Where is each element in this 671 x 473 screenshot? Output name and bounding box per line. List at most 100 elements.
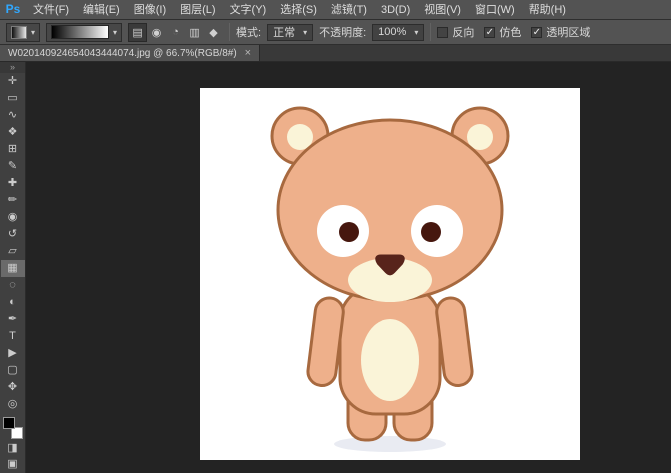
blend-mode-value: 正常 [273,24,295,40]
menu-item-edit[interactable]: 编辑(E) [76,4,127,16]
gradient-picker[interactable]: ▾ [46,23,122,42]
angle-gradient-button[interactable]: ◔ [166,23,185,42]
close-icon[interactable]: × [245,47,251,59]
history-brush-tool[interactable]: ↺ [1,226,25,243]
quick-mask-icon: ◨ [7,443,17,454]
menu-items: 文件(F)编辑(E)图像(I)图层(L)文字(Y)选择(S)滤镜(T)3D(D)… [26,0,573,20]
chevron-down-icon: ▾ [303,28,307,37]
foreground-color-swatch[interactable] [3,417,15,429]
opacity-input[interactable]: 100% ▾ [372,24,424,41]
bear-belly [361,319,419,401]
clone-stamp-tool[interactable]: ◉ [1,209,25,226]
bear-illustration [200,88,580,460]
opacity-value: 100% [378,26,406,38]
photoshop-logo[interactable]: Ps [0,0,26,19]
tools-panel: » ✛ ▭ ∿ ❖ ⊞ ✎ ✚ ✏ ◉ ↺ ▱ ▦ ◌ ◐ ✒ T ▶ ▢ ✥ ◎ ◨ ▣ [0,62,26,473]
workspace: » ✛ ▭ ∿ ❖ ⊞ ✎ ✚ ✏ ◉ ↺ ▱ ▦ ◌ ◐ ✒ T ▶ ▢ ✥ ◎ ◨ ▣ [0,62,671,473]
canvas-area[interactable] [26,62,671,473]
linear-gradient-button[interactable]: ▤ [128,23,147,42]
menu-item-window[interactable]: 窗口(W) [468,4,522,16]
document-canvas[interactable] [200,88,580,460]
blend-mode-select[interactable]: 正常 ▾ [267,24,313,41]
pen-tool-icon: ✒ [8,314,17,325]
menu-item-view[interactable]: 视图(V) [417,4,468,16]
bear-right-pupil [421,222,441,242]
clone-stamp-tool-icon: ◉ [8,212,18,223]
quick-selection-tool-icon: ❖ [8,127,18,138]
reverse-checkbox-box[interactable] [437,27,448,38]
transparency-checkbox[interactable]: ✓ 透明区域 [531,24,590,40]
document-tab[interactable]: W020140924654043444074.jpg @ 66.7%(RGB/8… [0,45,260,61]
horizontal-type-tool[interactable]: T [1,328,25,345]
tool-list: ✛ ▭ ∿ ❖ ⊞ ✎ ✚ ✏ ◉ ↺ ▱ ▦ ◌ ◐ ✒ T ▶ ▢ ✥ ◎ [1,73,25,413]
reverse-checkbox-label: 反向 [452,24,474,40]
transparency-checkbox-box[interactable]: ✓ [531,27,542,38]
menu-item-layer[interactable]: 图层(L) [173,4,222,16]
gradient-tool-icon: ▦ [7,263,17,274]
brush-tool-icon: ✏ [8,195,17,206]
menu-item-3d[interactable]: 3D(D) [374,4,417,16]
menu-item-file[interactable]: 文件(F) [26,4,76,16]
radial-gradient-button[interactable]: ◉ [147,23,166,42]
quick-selection-tool[interactable]: ❖ [1,124,25,141]
move-tool[interactable]: ✛ [1,73,25,90]
lasso-tool[interactable]: ∿ [1,107,25,124]
quick-mask-button[interactable]: ◨ [1,441,25,457]
screen-mode-icon: ▣ [7,459,17,470]
crop-tool[interactable]: ⊞ [1,141,25,158]
blend-mode-label: 模式: [236,24,261,40]
chevron-down-icon: ▾ [113,28,117,37]
eyedropper-tool[interactable]: ✎ [1,158,25,175]
menu-item-image[interactable]: 图像(I) [127,4,173,16]
gradient-tool-icon [11,26,27,39]
menu-item-select[interactable]: 选择(S) [273,4,324,16]
options-separator [430,23,431,41]
dodge-tool[interactable]: ◐ [1,294,25,311]
color-swatches [3,417,23,438]
hand-tool[interactable]: ✥ [1,379,25,396]
bear-ground-shadow [334,436,446,452]
dither-checkbox-box[interactable]: ✓ [484,27,495,38]
gradient-preview [51,25,109,39]
rectangular-marquee-tool[interactable]: ▭ [1,90,25,107]
rectangle-tool[interactable]: ▢ [1,362,25,379]
chevron-down-icon: ▾ [414,28,418,37]
zoom-tool[interactable]: ◎ [1,396,25,413]
lasso-tool-icon: ∿ [8,110,17,121]
blur-tool-icon: ◌ [9,280,16,291]
eraser-tool[interactable]: ▱ [1,243,25,260]
reverse-checkbox[interactable]: 反向 [437,24,474,40]
tool-preset-picker[interactable]: ▾ [6,23,40,42]
document-tab-title: W020140924654043444074.jpg @ 66.7%(RGB/8… [8,48,237,59]
eraser-tool-icon: ▱ [8,246,16,257]
screen-mode-button[interactable]: ▣ [1,457,25,473]
move-tool-icon: ✛ [8,76,17,87]
reflected-gradient-button[interactable]: ▥ [185,23,204,42]
photoshop-window: Ps 文件(F)编辑(E)图像(I)图层(L)文字(Y)选择(S)滤镜(T)3D… [0,0,671,473]
blur-tool[interactable]: ◌ [1,277,25,294]
opacity-label: 不透明度: [319,24,366,40]
brush-tool[interactable]: ✏ [1,192,25,209]
pen-tool[interactable]: ✒ [1,311,25,328]
options-separator [229,23,230,41]
document-tab-bar: W020140924654043444074.jpg @ 66.7%(RGB/8… [0,45,671,62]
bear-left-pupil [339,222,359,242]
hand-tool-icon: ✥ [8,382,17,393]
menu-bar: Ps 文件(F)编辑(E)图像(I)图层(L)文字(Y)选择(S)滤镜(T)3D… [0,0,671,20]
transparency-checkbox-label: 透明区域 [546,24,590,40]
diamond-gradient-button[interactable]: ◆ [204,23,223,42]
spot-healing-brush-tool[interactable]: ✚ [1,175,25,192]
rectangle-tool-icon: ▢ [7,365,17,376]
eyedropper-tool-icon: ✎ [8,161,17,172]
gradient-tool[interactable]: ▦ [1,260,25,277]
menu-item-type[interactable]: 文字(Y) [223,4,274,16]
dodge-tool-icon: ◐ [9,297,16,308]
gradient-type-buttons: ▤◉◔▥◆ [128,23,223,42]
menu-item-filter[interactable]: 滤镜(T) [324,4,374,16]
gradient-option-checkboxes: 反向✓仿色✓透明区域 [437,24,600,40]
horizontal-type-tool-icon: T [9,331,16,342]
dither-checkbox[interactable]: ✓仿色 [484,24,521,40]
collapse-panel-icon[interactable]: » [0,62,25,73]
menu-item-help[interactable]: 帮助(H) [522,4,573,16]
path-selection-tool[interactable]: ▶ [1,345,25,362]
